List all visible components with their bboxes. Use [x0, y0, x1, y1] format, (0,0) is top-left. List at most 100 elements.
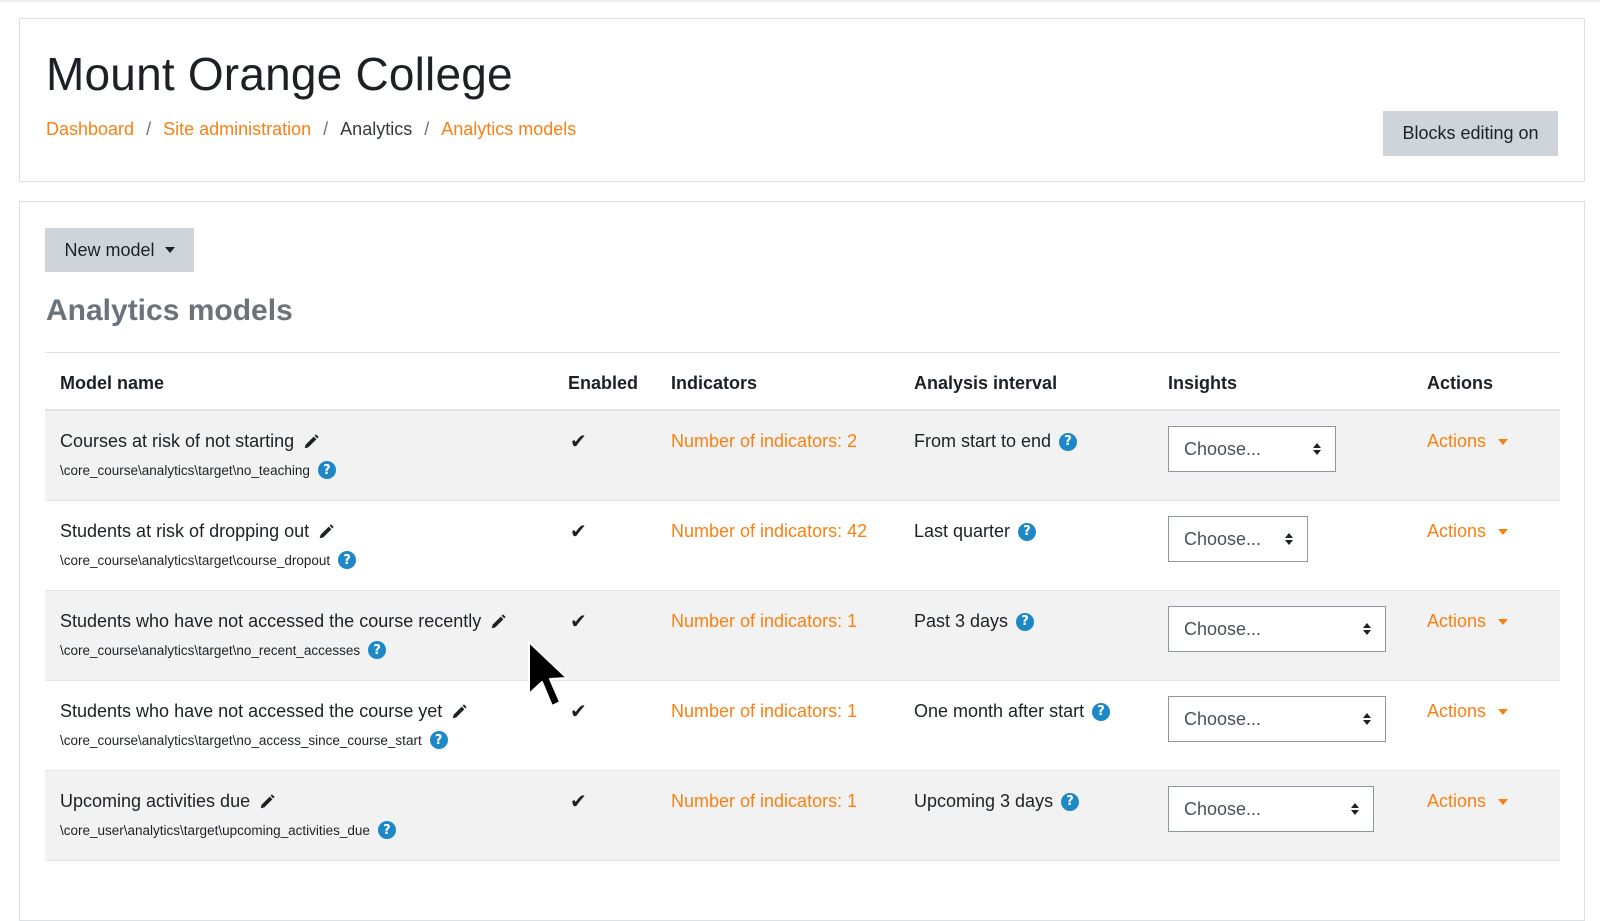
model-target: \core_course\analytics\target\course_dro… [60, 551, 357, 569]
pencil-icon[interactable] [317, 523, 335, 541]
breadcrumb-analytics: Analytics [340, 119, 413, 139]
caret-down-icon [1498, 708, 1509, 715]
model-name: Upcoming activities due [60, 791, 276, 812]
model-name: Students who have not accessed the cours… [60, 701, 468, 722]
insights-select-value: Choose... [1184, 798, 1262, 819]
top-border [0, 0, 1600, 2]
pencil-icon[interactable] [258, 793, 276, 811]
caret-down-icon [1498, 618, 1509, 625]
table-row: Courses at risk of not starting \core_co… [45, 411, 1560, 501]
analysis-interval: Last quarter ? [914, 521, 1037, 542]
column-header-indicators: Indicators [671, 373, 758, 393]
model-name-text: Students at risk of dropping out [60, 521, 310, 541]
actions-menu[interactable]: Actions [1427, 521, 1509, 542]
model-name: Students who have not accessed the cours… [60, 611, 507, 632]
indicators-link[interactable]: Number of indicators: 2 [671, 431, 857, 452]
caret-down-icon [1498, 528, 1509, 535]
model-target-text: \core_course\analytics\target\no_access_… [60, 732, 422, 748]
indicators-link[interactable]: Number of indicators: 1 [671, 611, 857, 632]
indicators-link[interactable]: Number of indicators: 1 [671, 701, 857, 722]
models-table: Model name Enabled Indicators Analysis i… [45, 352, 1560, 861]
breadcrumb-dashboard[interactable]: Dashboard [46, 119, 134, 140]
question-circle-icon[interactable]: ? [368, 641, 387, 659]
new-model-label: New model [64, 239, 155, 260]
question-circle-icon[interactable]: ? [1059, 432, 1078, 451]
pencil-icon[interactable] [302, 433, 320, 451]
page-header: Mount Orange College Dashboard / Site ad… [19, 18, 1585, 182]
check-icon: ✔ [570, 701, 587, 723]
breadcrumb-site-administration[interactable]: Site administration [163, 119, 311, 140]
actions-menu[interactable]: Actions [1427, 701, 1509, 722]
caret-down-icon [1498, 438, 1509, 445]
sort-arrows-icon [1363, 623, 1371, 635]
new-model-button[interactable]: New model [45, 228, 194, 272]
question-circle-icon[interactable]: ? [1016, 612, 1035, 631]
model-target: \core_user\analytics\target\upcoming_act… [60, 821, 396, 839]
check-icon: ✔ [570, 791, 587, 813]
question-circle-icon[interactable]: ? [377, 821, 396, 839]
section-title: Analytics models [46, 294, 293, 327]
model-name-text: Students who have not accessed the cours… [60, 611, 482, 631]
model-target: \core_course\analytics\target\no_teachin… [60, 461, 336, 479]
question-circle-icon[interactable]: ? [429, 731, 448, 749]
model-name-text: Upcoming activities due [60, 791, 251, 811]
model-target-text: \core_course\analytics\target\course_dro… [60, 552, 331, 568]
model-target-text: \core_user\analytics\target\upcoming_act… [60, 822, 370, 838]
model-name-text: Courses at risk of not starting [60, 431, 295, 451]
insights-select-value: Choose... [1184, 618, 1262, 639]
actions-menu[interactable]: Actions [1427, 431, 1509, 452]
actions-menu-label: Actions [1427, 611, 1487, 631]
actions-menu[interactable]: Actions [1427, 611, 1509, 632]
pencil-icon[interactable] [450, 703, 468, 721]
actions-menu-label: Actions [1427, 701, 1487, 721]
pencil-icon[interactable] [489, 613, 507, 631]
insights-select-value: Choose... [1184, 708, 1262, 729]
blocks-editing-button[interactable]: Blocks editing on [1383, 111, 1558, 156]
indicators-link[interactable]: Number of indicators: 42 [671, 521, 867, 542]
actions-menu[interactable]: Actions [1427, 791, 1509, 812]
question-circle-icon[interactable]: ? [1061, 792, 1080, 811]
breadcrumb-separator: / [323, 119, 329, 139]
check-icon: ✔ [570, 431, 587, 453]
insights-select-value: Choose... [1184, 438, 1262, 459]
table-row: Upcoming activities due \core_user\analy… [45, 771, 1560, 861]
analysis-interval: Upcoming 3 days ? [914, 791, 1080, 812]
question-circle-icon[interactable]: ? [317, 461, 336, 479]
analysis-interval: Past 3 days ? [914, 611, 1035, 632]
insights-select[interactable]: Choose... [1168, 786, 1374, 832]
analysis-interval-text: One month after start [914, 701, 1085, 721]
insights-select[interactable]: Choose... [1168, 606, 1386, 652]
check-icon: ✔ [570, 611, 587, 633]
site-title: Mount Orange College [46, 48, 513, 100]
model-name: Courses at risk of not starting [60, 431, 320, 452]
question-circle-icon[interactable]: ? [338, 551, 357, 569]
breadcrumb-separator: / [424, 119, 430, 139]
column-header-actions: Actions [1427, 373, 1494, 393]
sort-arrows-icon [1285, 533, 1293, 545]
question-circle-icon[interactable]: ? [1018, 522, 1037, 541]
caret-down-icon [164, 247, 175, 253]
caret-down-icon [1498, 798, 1509, 805]
indicators-link[interactable]: Number of indicators: 1 [671, 791, 857, 812]
sort-arrows-icon [1313, 443, 1321, 455]
model-target-text: \core_course\analytics\target\no_recent_… [60, 642, 361, 658]
analysis-interval-text: Upcoming 3 days [914, 791, 1054, 811]
model-target: \core_course\analytics\target\no_recent_… [60, 641, 387, 659]
model-name-text: Students who have not accessed the cours… [60, 701, 443, 721]
insights-select[interactable]: Choose... [1168, 696, 1386, 742]
question-circle-icon[interactable]: ? [1092, 702, 1111, 721]
insights-select[interactable]: Choose... [1168, 516, 1308, 562]
table-header: Model name Enabled Indicators Analysis i… [45, 352, 1560, 411]
column-header-analysis-interval: Analysis interval [914, 373, 1058, 393]
column-header-model-name: Model name [60, 373, 165, 393]
breadcrumb: Dashboard / Site administration / Analyt… [46, 119, 576, 140]
breadcrumb-separator: / [146, 119, 152, 139]
main-region: New model Analytics models Model name En… [19, 201, 1585, 921]
breadcrumb-analytics-models[interactable]: Analytics models [441, 119, 576, 140]
analysis-interval-text: Last quarter [914, 521, 1011, 541]
table-row: Students at risk of dropping out \core_c… [45, 501, 1560, 591]
model-target: \core_course\analytics\target\no_access_… [60, 731, 448, 749]
sort-arrows-icon [1351, 803, 1359, 815]
insights-select[interactable]: Choose... [1168, 426, 1336, 472]
check-icon: ✔ [570, 521, 587, 543]
